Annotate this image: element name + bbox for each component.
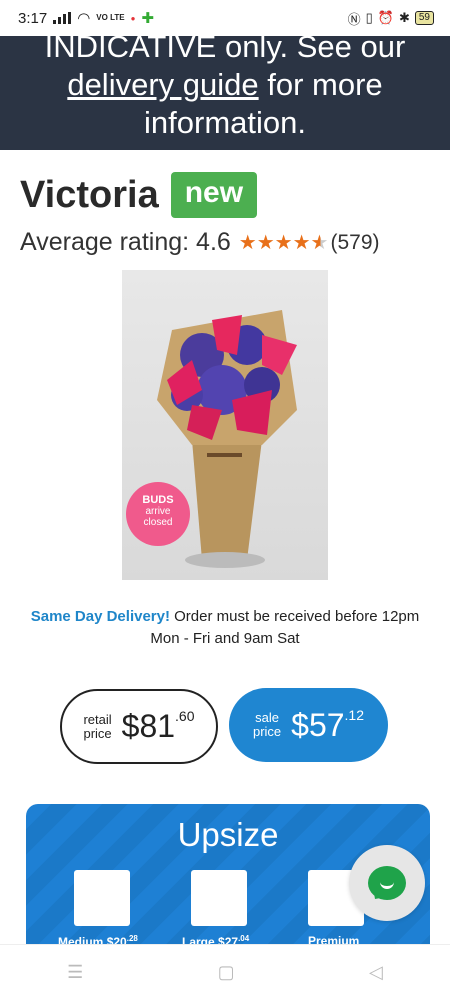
same-day-delivery: Same Day Delivery!	[30, 608, 170, 625]
rating-count: (579)	[330, 230, 380, 254]
retail-dollars: $81	[121, 708, 176, 744]
signal-icon	[53, 12, 72, 24]
sale-dollars: $57	[291, 706, 345, 743]
clock: 3:17	[18, 9, 48, 27]
network-label: VO LTE	[96, 13, 125, 22]
star-icon: ★	[238, 232, 257, 254]
battery-icon: 59	[414, 11, 434, 25]
sale-price: sale price $57.12	[229, 688, 388, 762]
star-icon: ★	[256, 232, 275, 254]
bluetooth-icon: ✱	[398, 10, 410, 25]
ebay-icon: ●	[130, 13, 136, 23]
buds-label: BUDS	[142, 494, 174, 506]
delivery-line-2: Mon - Fri and 9am Sat	[150, 630, 300, 647]
alarm-icon: ⏰	[377, 10, 394, 25]
half-star-icon: ★	[310, 232, 329, 254]
retail-cents: .60	[175, 708, 195, 724]
product-title: Victoria	[20, 173, 159, 216]
sale-label-2: price	[252, 724, 282, 739]
retail-label-1: retail	[83, 711, 112, 727]
status-bar: 3:17 ◠ VO LTE ● ✚ Ⓝ ▯ ⏰ ✱ 59	[0, 0, 450, 36]
delivery-text: Order must be received before 12pm	[169, 608, 420, 625]
sale-cents: .12	[344, 706, 365, 723]
sale-label-1: sale	[255, 710, 279, 725]
sale-price-value: $57.12	[291, 707, 364, 744]
product-image[interactable]: BUDS arrive closed	[122, 270, 328, 580]
retail-price-value: $81.60	[122, 708, 195, 745]
star-icon: ★	[274, 232, 293, 254]
chat-icon	[368, 866, 406, 900]
new-badge: new	[170, 172, 258, 218]
android-nav-bar: ☰ ▢ ◁	[0, 944, 450, 1000]
delivery-line-1: Same Day Delivery! Order must be receive…	[0, 606, 450, 628]
buds-arrive-closed-badge: BUDS arrive closed	[126, 482, 190, 546]
rating-row[interactable]: Average rating: 4.6 ★ ★ ★ ★ ★ (579)	[20, 228, 380, 257]
home-icon[interactable]: ▢	[218, 962, 235, 983]
sale-price-label: sale price	[253, 711, 281, 739]
wifi-icon: ◠	[77, 10, 91, 27]
delivery-guide-link[interactable]: delivery guide	[67, 67, 258, 102]
star-rating: ★ ★ ★ ★ ★	[239, 230, 329, 255]
buds-line-2: arrive	[145, 506, 171, 517]
rating-label: Average rating: 4.6	[20, 228, 231, 256]
upsize-option-medium[interactable]	[74, 870, 130, 926]
upsize-option-large[interactable]	[191, 870, 247, 926]
back-icon[interactable]: ◁	[369, 962, 383, 983]
buds-line-3: closed	[143, 517, 173, 528]
retail-label-2: price	[83, 725, 112, 741]
large-cents: .04	[238, 934, 250, 943]
retail-price-label: retail price	[83, 711, 112, 741]
nfc-icon: Ⓝ	[347, 11, 361, 27]
star-icon: ★	[292, 232, 311, 254]
delivery-info: Same Day Delivery! Order must be receive…	[0, 606, 450, 650]
product-header: Victoria new	[20, 172, 258, 218]
banner-line-1: INDICATIVE only. See our	[44, 36, 406, 64]
banner-line-2-rest: for more	[258, 67, 383, 102]
menu-icon[interactable]: ☰	[67, 962, 83, 983]
vibrate-icon: ▯	[365, 10, 373, 25]
delivery-notice-banner: INDICATIVE only. See our delivery guide …	[0, 36, 450, 150]
chat-button[interactable]	[349, 845, 425, 921]
banner-line-2: delivery guide for more	[0, 66, 450, 104]
app-icon: ✚	[141, 10, 155, 27]
banner-line-3: information.	[144, 105, 306, 140]
medium-cents: .28	[126, 934, 138, 943]
retail-price: retail price $81.60	[60, 689, 218, 764]
